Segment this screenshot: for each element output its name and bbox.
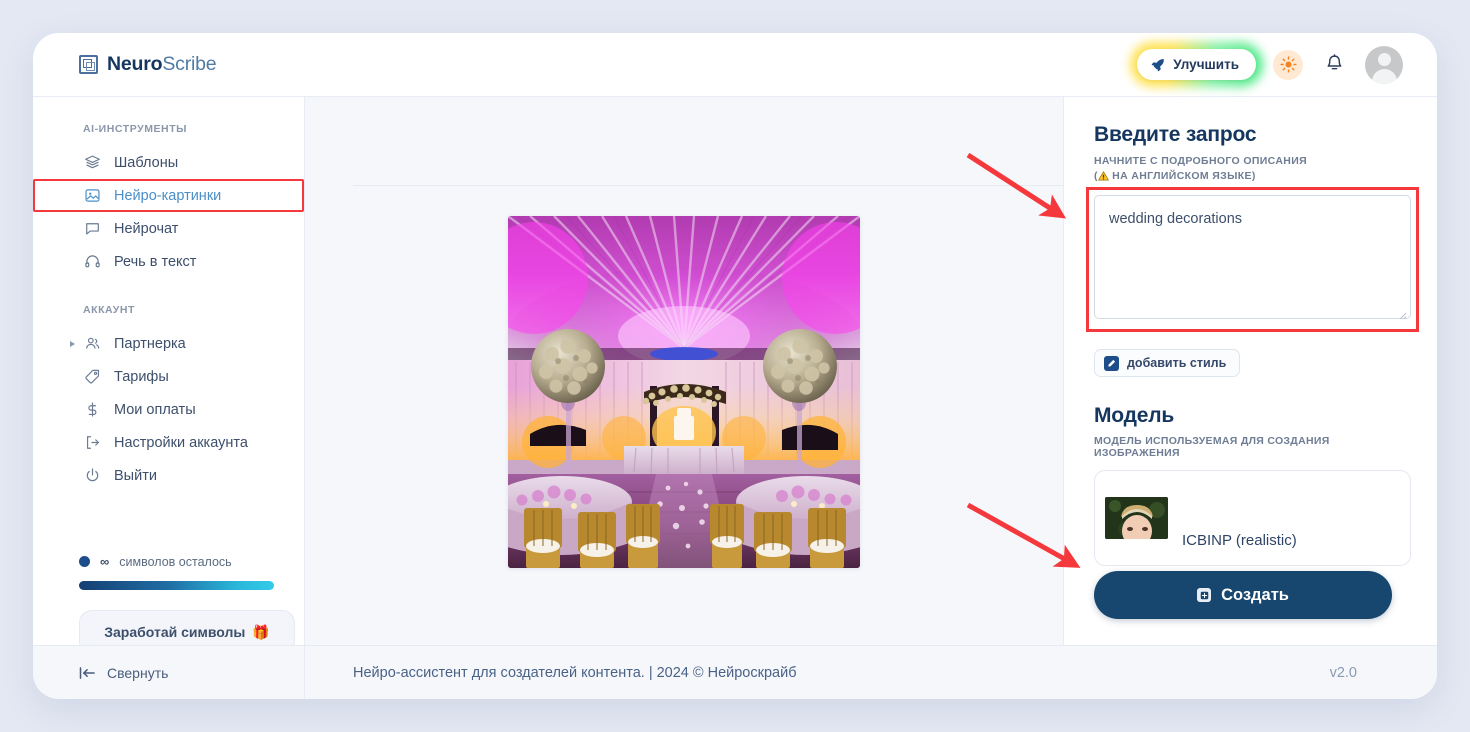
- sidebar-item-label: Шаблоны: [114, 154, 179, 171]
- dollar-icon: [83, 401, 102, 418]
- brand-name-bold: Neuro: [107, 53, 163, 75]
- prompt-subtitle-line2: НА АНГЛИЙСКОМ ЯЗЫКЕ): [1112, 170, 1256, 183]
- app-version: v2.0: [1329, 664, 1357, 681]
- sidebar-item-neuro-images[interactable]: Нейро-картинки: [33, 179, 304, 212]
- earn-symbols-label: Заработай символы: [104, 624, 246, 640]
- model-section-subtitle: МОДЕЛЬ ИСПОЛЬЗУЕМАЯ ДЛЯ СОЗДАНИЯ ИЗОБРАЖ…: [1094, 435, 1330, 460]
- prompt-panel-subtitle: НАЧНИТЕ С ПОДРОБНОГО ОПИСАНИЯ ( НА АНГЛИ…: [1094, 154, 1411, 184]
- earn-symbols-button[interactable]: Заработай символы 🎁: [79, 610, 295, 645]
- sidebar: AI-ИНСТРУМЕНТЫ Шаблоны Нейро-картинки Не…: [33, 97, 305, 645]
- header-actions: Улучшить: [1130, 42, 1403, 87]
- brand-logo[interactable]: NeuroScribe: [79, 53, 217, 76]
- model-name: ICBINP (realistic): [1182, 531, 1297, 549]
- sidebar-section-title-account: АККАУНТ: [83, 304, 135, 316]
- edit-pencil-icon: [1104, 355, 1119, 371]
- collapse-left-icon: [79, 666, 96, 680]
- create-button-label: Создать: [1221, 585, 1289, 604]
- improve-button-label: Улучшить: [1173, 57, 1239, 72]
- bell-icon: [1327, 54, 1341, 70]
- layers-icon: [83, 154, 102, 171]
- image-plus-icon: [1197, 588, 1212, 602]
- rocket-icon: [1151, 58, 1165, 71]
- quota-label: символов осталось: [119, 554, 232, 569]
- app-window: NeuroScribe Улучшить AI-ИНСТРУМЕНТЫ Шабл…: [33, 33, 1437, 699]
- sidebar-item-label: Настройки аккаунта: [114, 434, 248, 451]
- nested-squares-logo-icon: [79, 55, 98, 74]
- logout-arrow-icon: [83, 434, 102, 451]
- quota-row: ∞ символов осталось: [79, 554, 274, 569]
- avatar[interactable]: [1365, 45, 1403, 84]
- sidebar-item-label: Мои оплаты: [114, 401, 196, 418]
- notifications-button[interactable]: [1320, 51, 1348, 79]
- prompt-panel-title: Введите запрос: [1094, 123, 1257, 146]
- sidebar-item-label: Речь в текст: [114, 253, 197, 270]
- sidebar-item-logout[interactable]: Выйти: [33, 459, 304, 492]
- footer-tagline: Нейро-ассистент для создателей контента.…: [353, 664, 797, 681]
- create-button[interactable]: Создать: [1094, 571, 1392, 619]
- chevron-right-icon: [70, 340, 75, 347]
- sidebar-item-partners[interactable]: Партнерка: [33, 327, 304, 360]
- sidebar-item-label: Нейрочат: [114, 220, 179, 237]
- sidebar-item-my-payments[interactable]: Мои оплаты: [33, 393, 304, 426]
- sidebar-item-label: Нейро-картинки: [114, 187, 222, 204]
- users-icon: [83, 335, 102, 352]
- headphones-icon: [83, 253, 102, 270]
- generated-image[interactable]: [508, 216, 860, 568]
- sidebar-item-label: Тарифы: [114, 368, 169, 385]
- improve-button-wrapper: Улучшить: [1130, 42, 1263, 87]
- sun-icon: [1279, 56, 1297, 73]
- tag-icon: [83, 368, 102, 385]
- model-card[interactable]: ICBINP (realistic): [1094, 470, 1411, 567]
- model-preview-thumbnail: [1105, 497, 1168, 540]
- wedding-decorations-image: [508, 216, 860, 568]
- app-header: NeuroScribe Улучшить: [33, 33, 1437, 97]
- quota-amount: ∞: [100, 554, 110, 569]
- collapse-sidebar-button[interactable]: Свернуть: [33, 646, 305, 699]
- add-style-label: добавить стиль: [1127, 356, 1227, 371]
- prompt-textarea-wrapper: [1086, 187, 1419, 333]
- sidebar-item-neurochat[interactable]: Нейрочат: [33, 212, 304, 245]
- brand-name-light: Scribe: [162, 53, 217, 75]
- app-footer: Свернуть Нейро-ассистент для создателей …: [33, 645, 1437, 699]
- power-icon: [83, 467, 102, 484]
- sidebar-item-speech-to-text[interactable]: Речь в текст: [33, 245, 304, 278]
- chat-bubble-icon: [83, 220, 102, 237]
- sidebar-item-label: Выйти: [114, 467, 157, 484]
- prompt-panel: Введите запрос НАЧНИТЕ С ПОДРОБНОГО ОПИС…: [1063, 97, 1437, 645]
- sidebar-item-label: Партнерка: [114, 335, 186, 352]
- warning-triangle-icon: [1098, 171, 1109, 181]
- quota-status-dot-icon: [79, 556, 90, 567]
- sidebar-item-account-settings[interactable]: Настройки аккаунта: [33, 426, 304, 459]
- sidebar-item-templates[interactable]: Шаблоны: [33, 146, 304, 179]
- content-divider: [353, 185, 1063, 186]
- image-icon: [83, 187, 102, 204]
- main-content: [305, 97, 1063, 645]
- collapse-label: Свернуть: [107, 664, 169, 681]
- brand-name: NeuroScribe: [107, 53, 217, 76]
- prompt-textarea[interactable]: [1094, 195, 1411, 320]
- sidebar-item-tariffs[interactable]: Тарифы: [33, 360, 304, 393]
- sidebar-section-title-tools: AI-ИНСТРУМЕНТЫ: [83, 123, 187, 135]
- prompt-subtitle-line1: НАЧНИТЕ С ПОДРОБНОГО ОПИСАНИЯ: [1094, 155, 1307, 167]
- app-body: AI-ИНСТРУМЕНТЫ Шаблоны Нейро-картинки Не…: [33, 97, 1437, 645]
- quota-progress-bar: [79, 581, 274, 590]
- quota-block: ∞ символов осталось Заработай символы 🎁: [33, 492, 304, 645]
- add-style-button[interactable]: добавить стиль: [1094, 349, 1241, 378]
- gift-emoji-icon: 🎁: [252, 623, 270, 640]
- improve-button[interactable]: Улучшить: [1137, 49, 1256, 80]
- model-section-title: Модель: [1094, 404, 1175, 428]
- theme-toggle-button[interactable]: [1273, 49, 1303, 80]
- footer-tagline-wrapper: Нейро-ассистент для создателей контента.…: [305, 665, 1330, 681]
